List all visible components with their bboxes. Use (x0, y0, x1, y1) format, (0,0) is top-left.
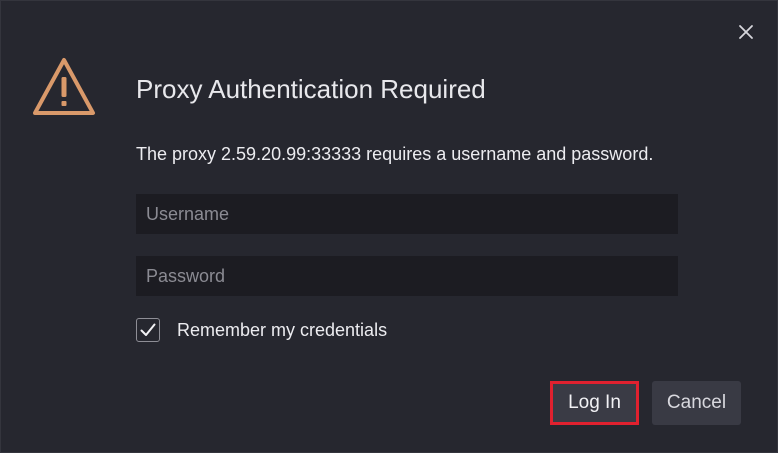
remember-credentials-toggle[interactable]: Remember my credentials (136, 318, 387, 342)
login-button[interactable]: Log In (550, 381, 639, 425)
close-button[interactable] (731, 17, 761, 47)
dialog-message: The proxy 2.59.20.99:33333 requires a us… (136, 144, 654, 164)
remember-checkbox[interactable] (136, 318, 160, 342)
dialog-title: Proxy Authentication Required (136, 74, 486, 104)
remember-label: Remember my credentials (177, 319, 388, 340)
password-input[interactable] (136, 256, 678, 296)
username-input[interactable] (136, 194, 678, 234)
checkmark-icon (140, 323, 156, 336)
close-icon (739, 25, 753, 39)
proxy-auth-dialog: Proxy Authentication Required The proxy … (0, 0, 778, 453)
warning-triangle-icon (33, 58, 95, 115)
cancel-button[interactable]: Cancel (652, 381, 741, 425)
